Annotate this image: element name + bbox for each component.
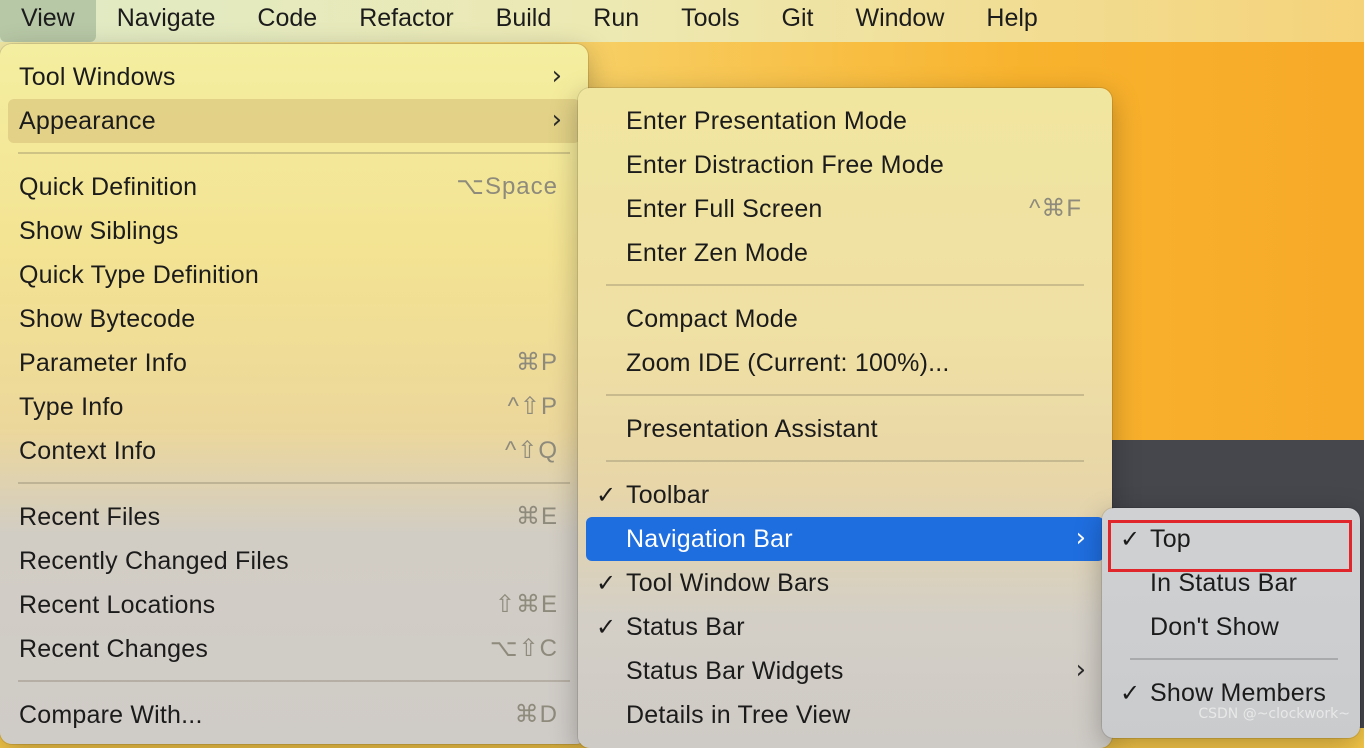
menubar-help[interactable]: Help xyxy=(965,0,1058,42)
menubar-build[interactable]: Build xyxy=(475,0,573,42)
menu-item-label: Recent Locations xyxy=(19,591,216,619)
menu-item-label: Compare With... xyxy=(19,701,203,729)
shortcut-label: ⌘D xyxy=(514,701,558,728)
menu-separator xyxy=(606,394,1084,396)
menubar-window[interactable]: Window xyxy=(834,0,965,42)
menu-item-label: Enter Zen Mode xyxy=(626,239,809,267)
shortcut-label: ⇧⌘E xyxy=(494,591,558,618)
watermark: CSDN @~clockwork~ xyxy=(1198,706,1350,722)
menu-item-quick-definition[interactable]: Quick Definition ⌥Space xyxy=(8,165,580,209)
menu-item-label: Parameter Info xyxy=(19,349,188,377)
menu-item-label: Status Bar Widgets xyxy=(626,657,844,685)
menu-item-context-info[interactable]: Context Info ^⇧Q xyxy=(8,429,580,473)
menu-item-navigation-bar[interactable]: Navigation Bar › xyxy=(586,517,1104,561)
menu-item-label: Recent Files xyxy=(19,503,161,531)
menu-item-enter-zen-mode[interactable]: Enter Zen Mode xyxy=(586,231,1104,275)
menu-item-label: Show Siblings xyxy=(19,217,179,245)
menu-item-label: Quick Type Definition xyxy=(19,261,259,289)
shortcut-label: ^⌘F xyxy=(1029,195,1082,222)
menu-item-status-bar-widgets[interactable]: Status Bar Widgets › xyxy=(586,649,1104,693)
menu-item-zoom-ide[interactable]: Zoom IDE (Current: 100%)... xyxy=(586,341,1104,385)
menu-item-compact-mode[interactable]: Compact Mode xyxy=(586,297,1104,341)
menu-item-label: Enter Distraction Free Mode xyxy=(626,151,945,179)
menu-item-type-info[interactable]: Type Info ^⇧P xyxy=(8,385,580,429)
menu-item-dont-show[interactable]: Don't Show xyxy=(1110,605,1352,649)
menu-separator xyxy=(1130,658,1338,660)
menubar-git[interactable]: Git xyxy=(761,0,835,42)
menubar-run[interactable]: Run xyxy=(572,0,660,42)
menu-item-label: Status Bar xyxy=(626,613,745,641)
menu-item-label: Quick Definition xyxy=(19,173,198,201)
menu-item-label: Navigation Bar xyxy=(626,525,793,553)
chevron-right-icon: › xyxy=(1075,655,1086,685)
menubar-tools[interactable]: Tools xyxy=(660,0,760,42)
menubar-navigate[interactable]: Navigate xyxy=(96,0,237,42)
menu-item-compare-with[interactable]: Compare With... ⌘D xyxy=(8,693,580,737)
menu-item-label: Enter Full Screen xyxy=(626,195,823,223)
menu-item-label: Details in Tree View xyxy=(626,701,851,729)
annotation-highlight-box xyxy=(1108,520,1352,572)
appearance-submenu: Enter Presentation Mode Enter Distractio… xyxy=(578,88,1112,748)
shortcut-label: ^⇧P xyxy=(507,393,558,420)
menu-item-toolbar[interactable]: ✓ Toolbar xyxy=(586,473,1104,517)
menu-item-label: Tool Windows xyxy=(19,63,176,91)
menu-item-label: Context Info xyxy=(19,437,157,465)
menu-item-quick-type-definition[interactable]: Quick Type Definition xyxy=(8,253,580,297)
menu-separator xyxy=(18,152,570,154)
menu-item-show-siblings[interactable]: Show Siblings xyxy=(8,209,580,253)
shortcut-label: ⌘P xyxy=(515,349,558,376)
menu-item-show-bytecode[interactable]: Show Bytecode xyxy=(8,297,580,341)
menu-item-label: Compact Mode xyxy=(626,305,798,333)
menubar-code[interactable]: Code xyxy=(236,0,338,42)
checkmark-icon: ✓ xyxy=(596,613,617,641)
menu-separator xyxy=(606,460,1084,462)
shortcut-label: ⌘E xyxy=(515,503,558,530)
menu-item-label: Show Bytecode xyxy=(19,305,196,333)
menu-item-tool-window-bars[interactable]: ✓ Tool Window Bars xyxy=(586,561,1104,605)
menu-item-enter-presentation-mode[interactable]: Enter Presentation Mode xyxy=(586,99,1104,143)
menu-item-label: Type Info xyxy=(19,393,124,421)
shortcut-label: ⌥Space xyxy=(456,173,558,200)
shortcut-label: ⌥⇧C xyxy=(489,635,558,662)
chevron-right-icon: › xyxy=(1075,523,1086,553)
menubar-view[interactable]: View xyxy=(0,0,96,42)
checkmark-icon: ✓ xyxy=(596,481,617,509)
menu-bar: View Navigate Code Refactor Build Run To… xyxy=(0,0,1364,42)
menu-item-label: Recent Changes xyxy=(19,635,209,663)
menu-item-recent-changes[interactable]: Recent Changes ⌥⇧C xyxy=(8,627,580,671)
menu-item-label: Tool Window Bars xyxy=(626,569,830,597)
menu-item-enter-full-screen[interactable]: Enter Full Screen ^⌘F xyxy=(586,187,1104,231)
menubar-refactor[interactable]: Refactor xyxy=(338,0,474,42)
menu-item-label: Toolbar xyxy=(626,481,710,509)
menu-item-label: Presentation Assistant xyxy=(626,415,878,443)
menu-item-presentation-assistant[interactable]: Presentation Assistant xyxy=(586,407,1104,451)
menu-item-recent-files[interactable]: Recent Files ⌘E xyxy=(8,495,580,539)
chevron-right-icon: › xyxy=(551,61,562,91)
menu-separator xyxy=(18,482,570,484)
view-menu: Tool Windows › Appearance › Quick Defini… xyxy=(0,44,588,744)
menu-item-label: Appearance xyxy=(19,107,156,135)
shortcut-label: ^⇧Q xyxy=(504,437,558,464)
chevron-right-icon: › xyxy=(551,105,562,135)
menu-item-status-bar[interactable]: ✓ Status Bar xyxy=(586,605,1104,649)
menu-separator xyxy=(18,680,570,682)
menu-separator xyxy=(606,284,1084,286)
menu-item-label: Zoom IDE (Current: 100%)... xyxy=(626,349,950,377)
menu-item-label: Recently Changed Files xyxy=(19,547,289,575)
checkmark-icon: ✓ xyxy=(1120,679,1141,707)
checkmark-icon: ✓ xyxy=(596,569,617,597)
menu-item-label: Enter Presentation Mode xyxy=(626,107,908,135)
menu-item-parameter-info[interactable]: Parameter Info ⌘P xyxy=(8,341,580,385)
menu-item-recent-locations[interactable]: Recent Locations ⇧⌘E xyxy=(8,583,580,627)
menu-item-enter-distraction-free-mode[interactable]: Enter Distraction Free Mode xyxy=(586,143,1104,187)
menu-item-label: Don't Show xyxy=(1150,613,1280,641)
menu-item-details-in-tree-view[interactable]: Details in Tree View xyxy=(586,693,1104,737)
menu-item-recently-changed-files[interactable]: Recently Changed Files xyxy=(8,539,580,583)
menu-item-appearance[interactable]: Appearance › xyxy=(8,99,580,143)
menu-item-tool-windows[interactable]: Tool Windows › xyxy=(8,55,580,99)
